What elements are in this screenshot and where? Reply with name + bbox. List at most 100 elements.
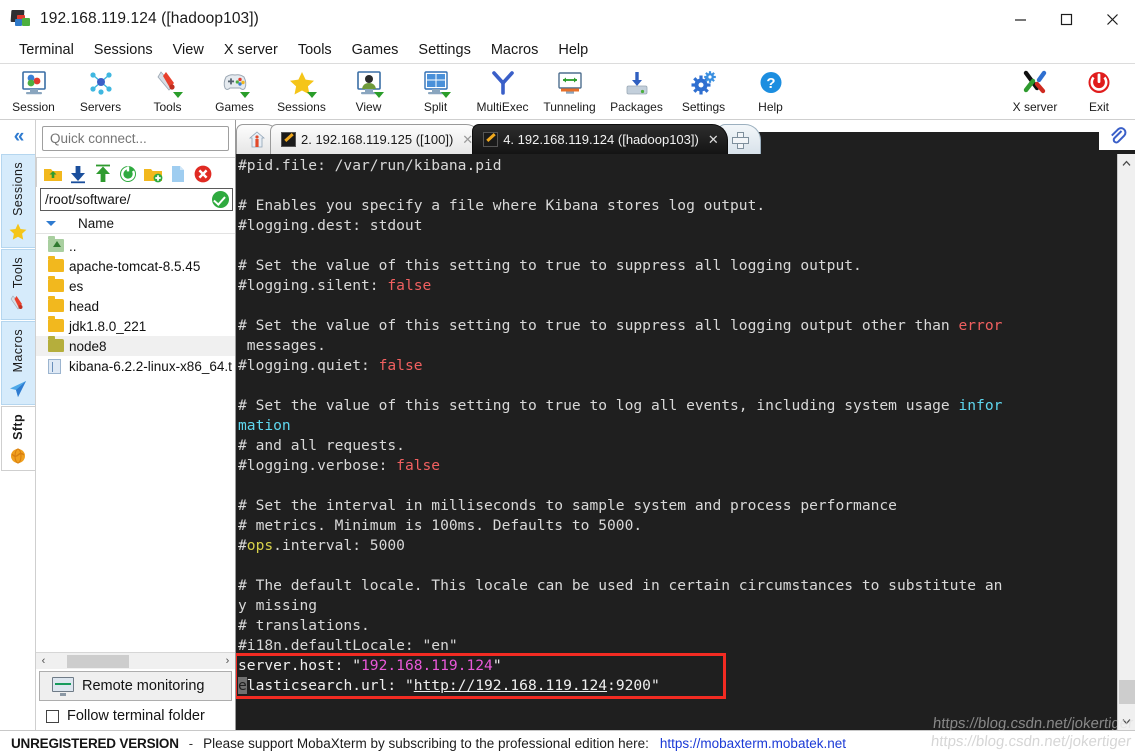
menu-x-server[interactable]: X server [214,40,288,61]
list-item[interactable]: apache-tomcat-8.5.45 [36,255,235,276]
terminal-line: # Enables you specify a file where Kiban… [238,196,1117,216]
terminal-text: #logging.quiet: [238,357,379,374]
status-bar: UNREGISTERED VERSION - Please support Mo… [0,730,1135,756]
toolbar-tunneling-button[interactable]: Tunneling [536,66,603,118]
list-item[interactable]: kibana-6.2.2-linux-x86_64.t [36,356,235,376]
refresh-icon[interactable] [118,164,138,184]
toolbar-right-group: X server Exit [1003,66,1131,118]
toolbar-view-label: View [355,100,382,114]
toolbar-exit-button[interactable]: Exit [1067,66,1131,118]
terminal-vertical-scrollbar[interactable] [1117,154,1135,730]
toolbar-packages-label: Packages [610,100,663,114]
view-icon [354,69,384,98]
hscroll-thumb[interactable] [67,654,129,668]
menu-macros[interactable]: Macros [481,40,549,61]
toolbar-view-button[interactable]: View [335,66,402,118]
vtab-sftp-label: Sftp [11,413,25,440]
toolbar-servers-button[interactable]: Servers [67,66,134,118]
sftp-path-row[interactable]: /root/software/ [40,188,233,211]
vtab-sftp[interactable]: Sftp [0,405,35,472]
menu-terminal[interactable]: Terminal [9,40,84,61]
toolbar-sessions-button[interactable]: Sessions [268,66,335,118]
menu-games[interactable]: Games [342,40,409,61]
terminal-text: infor [958,397,1003,414]
file-name: node8 [69,338,107,354]
tab-label: 2. 192.168.119.125 ([100]) [301,132,454,147]
list-item[interactable]: head [36,295,235,316]
upload-icon[interactable] [93,164,113,184]
monitor-icon [52,677,74,696]
tunneling-icon [555,69,585,98]
scroll-down-icon[interactable] [1118,712,1135,730]
terminal-side: 2. 192.168.119.125 ([100]) ✕ 4. 192.168.… [236,120,1135,730]
vtab-sessions-label: Sessions [11,162,25,216]
chevron-down-icon [239,92,250,98]
menu-settings[interactable]: Settings [408,40,480,61]
main-area: « Sessions Tools Macros Sftp Quick conne… [0,120,1135,730]
vtab-macros[interactable]: Macros [0,321,35,405]
tab-close-icon[interactable]: ✕ [708,132,719,148]
toolbar-packages-button[interactable]: Packages [603,66,670,118]
follow-terminal-checkbox[interactable] [46,709,59,723]
hscroll-track[interactable] [51,653,220,669]
terminal-line: # translations. [238,616,1117,636]
minimize-button[interactable] [997,0,1043,38]
terminal-output[interactable]: #pid.file: /var/run/kibana.pid # Enables… [236,154,1117,730]
terminal-line: # Set the value of this setting to true … [238,396,1117,416]
maximize-button[interactable] [1043,0,1089,38]
list-item[interactable]: node8 [36,335,235,356]
vtab-tools[interactable]: Tools [0,248,35,321]
upload-parent-folder-icon[interactable] [43,164,63,184]
scroll-up-icon[interactable] [1118,154,1135,172]
sort-descending-icon [46,221,56,226]
menu-view[interactable]: View [163,40,214,61]
mobaxterm-link[interactable]: https://mobaxterm.mobatek.net [660,736,846,751]
folder-icon [48,295,65,314]
list-item[interactable]: jdk1.8.0_221 [36,315,235,336]
sftp-horizontal-scrollbar[interactable]: ‹ › [36,652,235,669]
highlighted-config-block: server.host: "192.168.119.124" elasticsea… [238,656,660,696]
vtab-sessions[interactable]: Sessions [0,154,35,248]
menu-sessions[interactable]: Sessions [84,40,163,61]
paperclip-icon[interactable] [1108,126,1127,145]
scroll-left-icon[interactable]: ‹ [36,654,51,669]
terminal-text: false [378,357,423,374]
toolbar-multiexec-button[interactable]: MultiExec [469,66,536,118]
toolbar-x-server-button[interactable]: X server [1003,66,1067,118]
toolbar-tools-button[interactable]: Tools [134,66,201,118]
quick-connect-input[interactable] [42,126,229,151]
toolbar-settings-button[interactable]: Settings [670,66,737,118]
folder-icon [48,275,65,294]
list-item[interactable]: .. [36,235,235,256]
toolbar-games-button[interactable]: Games [201,66,268,118]
menu-help[interactable]: Help [548,40,598,61]
new-file-icon[interactable] [168,164,188,184]
sftp-file-list[interactable]: .. apache-tomcat-8.5.45 es head jdk1.8.0… [36,234,235,652]
star-icon [8,222,28,242]
toolbar-session-button[interactable]: Session [0,66,67,118]
collapse-sidebar-button[interactable]: « [0,120,36,154]
terminal-text: # metrics. Minimum is 100ms. Defaults to… [238,517,643,534]
file-list-header[interactable]: Name [36,214,235,234]
follow-terminal-folder-row[interactable]: Follow terminal folder [36,702,235,730]
terminal-text: server.host: " [238,657,362,674]
list-item[interactable]: es [36,275,235,296]
new-folder-icon[interactable] [143,164,163,184]
toolbar-help-button[interactable]: ? Help [737,66,804,118]
remote-monitoring-button[interactable]: Remote monitoring [39,671,232,701]
vscroll-thumb[interactable] [1119,680,1135,704]
tab-session-2[interactable]: 2. 192.168.119.125 ([100]) ✕ [270,124,483,154]
scroll-right-icon[interactable]: › [220,654,235,669]
tab-session-4[interactable]: 4. 192.168.119.124 ([hadoop103]) ✕ [472,124,728,154]
multiexec-icon [488,69,518,98]
terminal-text: # Set the interval in milliseconds to sa… [238,497,897,514]
sftp-panel: /root/software/ Name .. apache-tomcat-8.… [36,120,236,730]
terminal-text: #logging.verbose: [238,457,397,474]
delete-icon[interactable] [193,164,213,184]
terminal-text: # translations. [238,617,370,634]
download-icon[interactable] [68,164,88,184]
toolbar-split-button[interactable]: Split [402,66,469,118]
close-button[interactable] [1089,0,1135,38]
menu-tools[interactable]: Tools [288,40,342,61]
